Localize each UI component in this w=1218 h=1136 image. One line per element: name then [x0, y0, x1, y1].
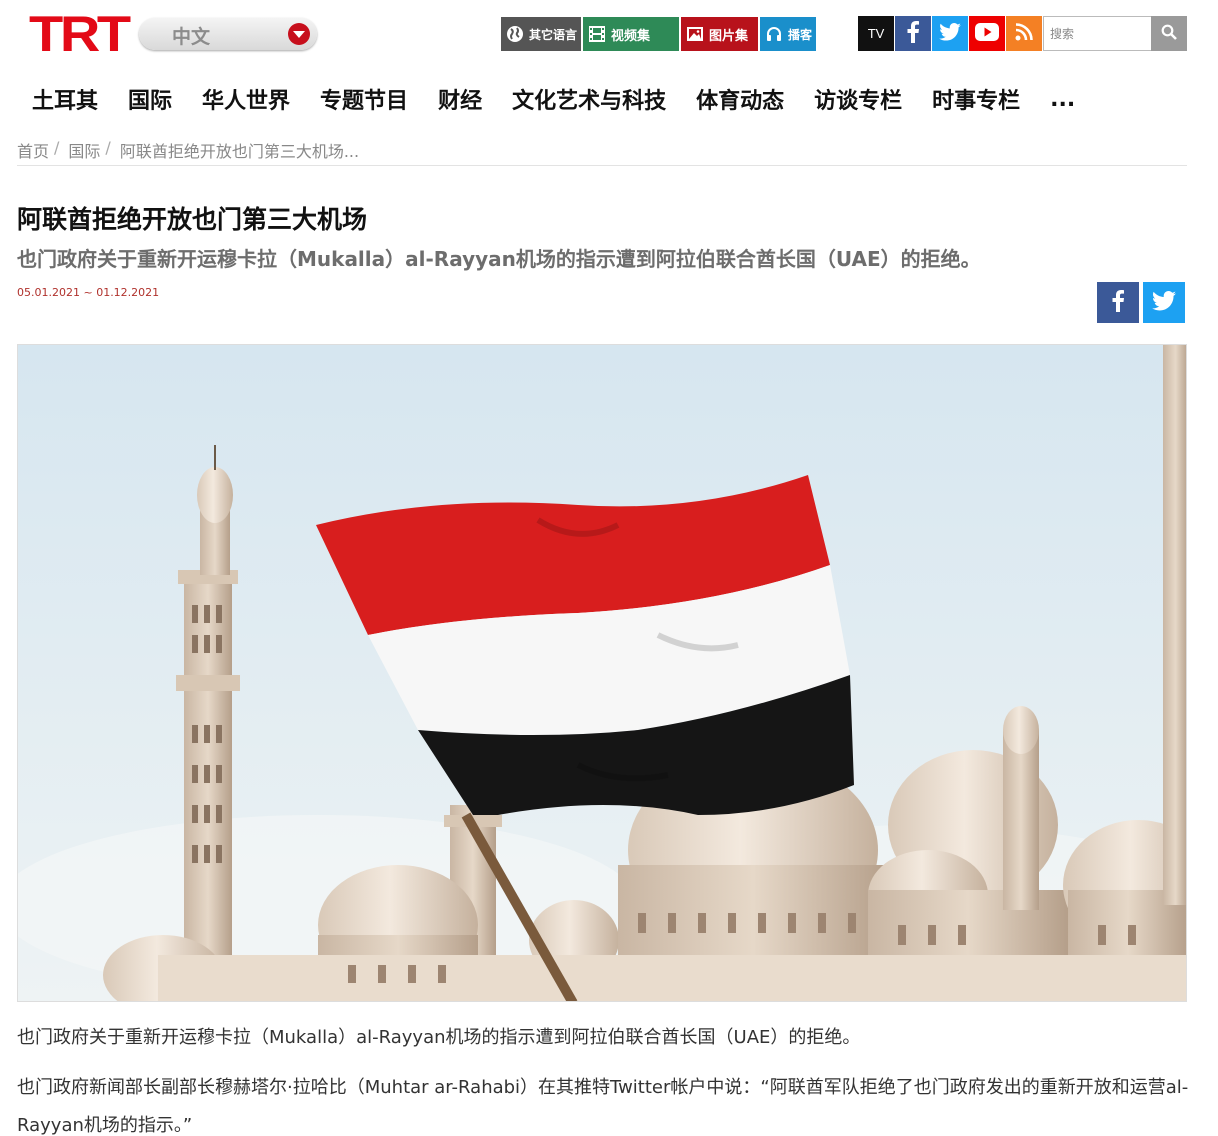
breadcrumb: 首页 / 国际 / 阿联酋拒绝开放也门第三大机场...	[17, 138, 1187, 166]
nav-item-turkey[interactable]: 土耳其	[32, 83, 98, 115]
video-button[interactable]: 视频集	[583, 17, 679, 51]
breadcrumb-separator: /	[54, 138, 60, 157]
nav-item-finance[interactable]: 财经	[438, 83, 482, 115]
breadcrumb-separator: /	[105, 138, 111, 157]
podcast-label: 播客	[788, 27, 813, 42]
globe-icon	[505, 24, 525, 44]
film-icon	[587, 24, 607, 44]
twitter-icon	[1152, 290, 1176, 315]
search-button[interactable]	[1151, 16, 1187, 51]
headphones-icon	[764, 24, 784, 44]
facebook-icon	[1111, 289, 1125, 317]
other-languages-label: 其它语言	[529, 27, 578, 42]
search-input[interactable]	[1043, 16, 1151, 51]
nav-item-interviews[interactable]: 访谈专栏	[814, 83, 902, 115]
twitter-icon	[939, 22, 961, 45]
article-paragraph: 也门政府关于重新开运穆卡拉（Mukalla）al-Rayyan机场的指示遭到阿拉…	[17, 1027, 861, 1048]
article-subtitle: 也门政府关于重新开运穆卡拉（Mukalla）al-Rayyan机场的指示遭到阿拉…	[17, 247, 981, 271]
nav-item-more[interactable]: ...	[1050, 87, 1075, 112]
breadcrumb-home[interactable]: 首页	[17, 138, 49, 162]
tv-link[interactable]: TV	[858, 16, 894, 51]
chevron-down-icon	[288, 23, 310, 45]
share-facebook-button[interactable]	[1097, 282, 1139, 323]
nav-item-programs[interactable]: 专题节目	[320, 83, 408, 115]
search-icon	[1161, 24, 1177, 43]
youtube-icon	[975, 22, 999, 45]
rss-icon	[1015, 22, 1033, 45]
article-date: 05.01.2021 ~ 01.12.2021	[17, 286, 160, 299]
article-paragraph: 也门政府新闻部长副部长穆赫塔尔·拉哈比（Muhtar ar-Rahabi）在其推…	[17, 1077, 1189, 1136]
language-label: 中文	[172, 26, 211, 48]
logo-text: TRT	[29, 6, 131, 62]
photo-label: 图片集	[709, 28, 749, 44]
nav-item-current-affairs[interactable]: 时事专栏	[932, 83, 1020, 115]
nav-item-culture-tech[interactable]: 文化艺术与科技	[512, 83, 666, 115]
rss-link[interactable]	[1006, 16, 1042, 51]
podcast-button[interactable]: 播客	[760, 17, 816, 51]
nav-item-sports[interactable]: 体育动态	[696, 83, 784, 115]
video-label: 视频集	[611, 28, 651, 44]
other-languages-button[interactable]: 其它语言	[501, 17, 581, 51]
facebook-icon	[906, 20, 920, 47]
twitter-link[interactable]	[932, 16, 968, 51]
facebook-link[interactable]	[895, 16, 931, 51]
breadcrumb-current: 阿联酋拒绝开放也门第三大机场...	[119, 142, 360, 161]
image-icon	[685, 24, 705, 44]
article-title: 阿联酋拒绝开放也门第三大机场	[17, 205, 368, 234]
youtube-link[interactable]	[969, 16, 1005, 51]
yemen-flag-mosque-illustration	[18, 345, 1186, 1001]
nav-item-chinese-world[interactable]: 华人世界	[202, 83, 290, 115]
share-twitter-button[interactable]	[1143, 282, 1185, 323]
nav-item-international[interactable]: 国际	[128, 83, 172, 115]
site-logo[interactable]: 中文 TRT	[29, 6, 317, 62]
breadcrumb-international[interactable]: 国际	[68, 138, 100, 162]
article-hero-image	[17, 344, 1187, 1002]
main-nav: 土耳其 国际 华人世界 专题节目 财经 文化艺术与科技 体育动态 访谈专栏 时事…	[17, 80, 1187, 118]
photo-button[interactable]: 图片集	[681, 17, 758, 51]
language-select[interactable]: 中文	[139, 18, 317, 50]
